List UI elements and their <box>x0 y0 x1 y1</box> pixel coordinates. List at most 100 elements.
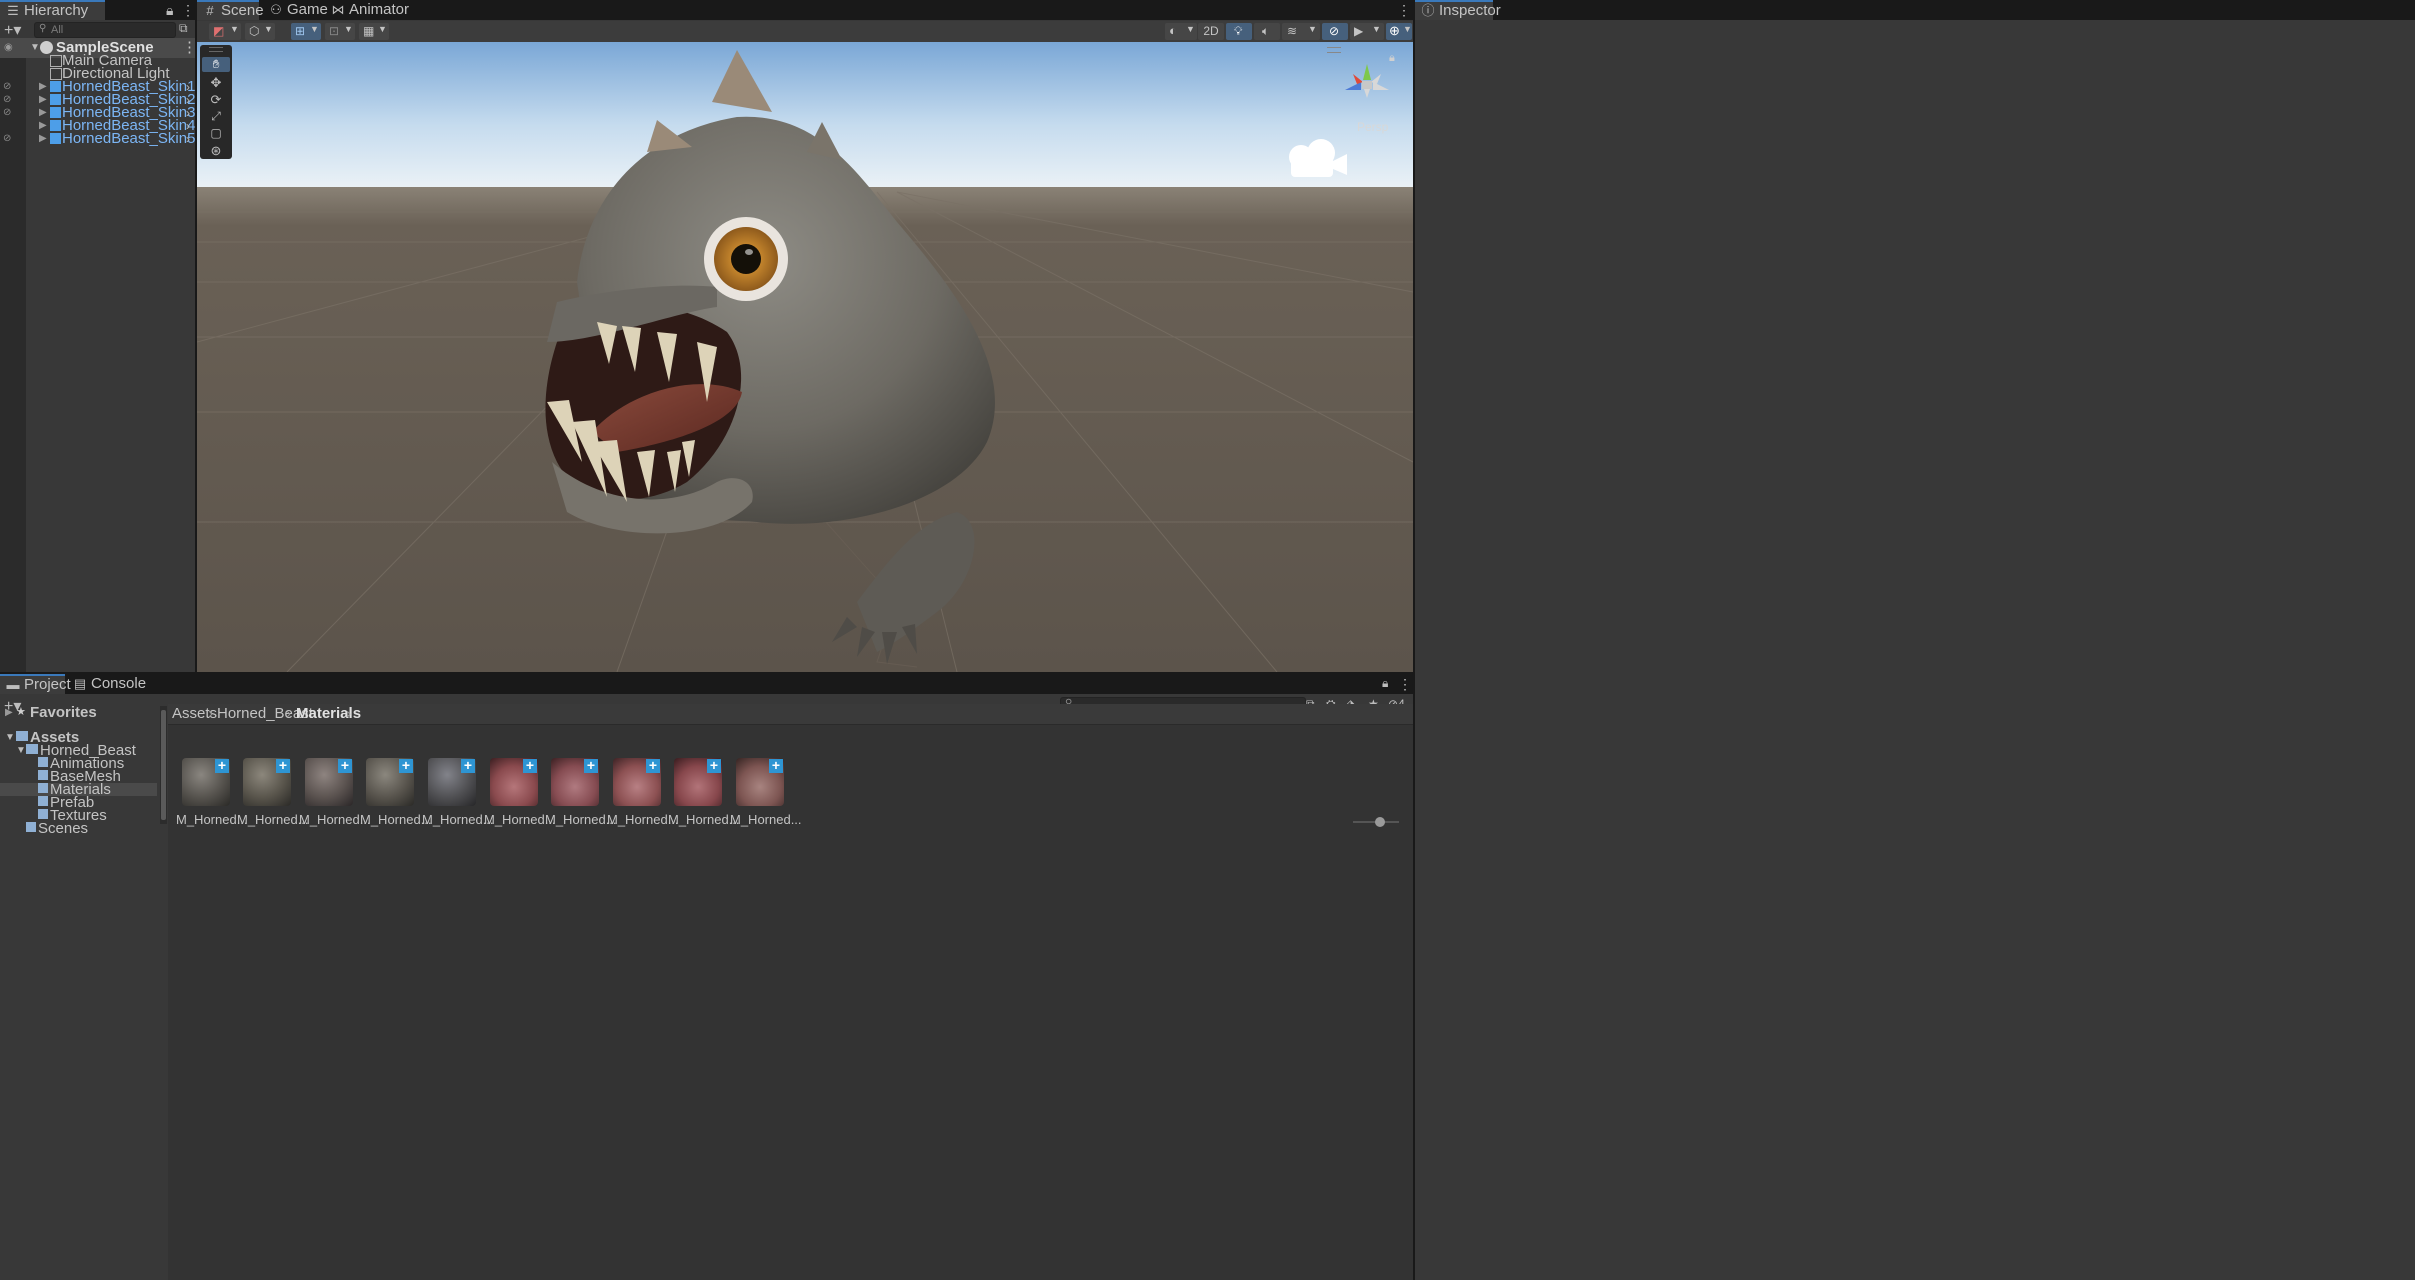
add-icon: + <box>276 758 290 773</box>
drag-handle[interactable] <box>209 47 223 52</box>
expand-arrow-icon[interactable]: ▼ <box>5 731 15 744</box>
draw-mode-dropdown[interactable]: ◩ ▼ <box>209 23 241 40</box>
axis-gizmo-icon[interactable] <box>1337 56 1397 116</box>
item-label: HornedBeast_Skin5 <box>62 130 196 147</box>
icon-size-slider[interactable] <box>1353 817 1399 827</box>
render-mode-dropdown[interactable]: ◐ ▼ <box>1165 23 1197 40</box>
material-asset[interactable]: + M_Horned... <box>730 758 802 827</box>
tab-project[interactable]: ▬ Project <box>0 674 71 694</box>
chevron-down-icon: ▼ <box>1403 24 1412 34</box>
audio-toggle[interactable]: 🔈︎ <box>1254 23 1280 40</box>
folder-tree: ▶ ★ Favorites ▼ Assets ▼ Horned_Beast An… <box>0 705 168 1280</box>
tab-inspector[interactable]: ⓘ Inspector <box>1415 0 1501 20</box>
tab-animator[interactable]: ⋈ Animator <box>325 0 415 20</box>
folder-icon <box>16 731 28 741</box>
folder-scenes[interactable]: Scenes <box>0 821 160 836</box>
tree-scrollbar-thumb[interactable] <box>161 710 166 820</box>
sphere-icon: ◐ <box>1169 23 1177 38</box>
hand-tool-button[interactable]: ✋︎ <box>202 57 230 72</box>
layers-icon: ≋ <box>1287 24 1298 38</box>
icon-size-slider-thumb[interactable] <box>1375 817 1385 827</box>
breadcrumb: Assets › Horned_Beast › Materials › <box>168 704 1413 725</box>
tab-hierarchy[interactable]: ☰ Hierarchy <box>0 0 105 20</box>
material-preview: + <box>736 758 784 806</box>
grid-snapping-toggle[interactable]: ⊞ ▼ <box>291 23 321 40</box>
gizmo-lock-icon[interactable]: 🔒︎ <box>1389 52 1395 65</box>
material-preview: + <box>613 758 661 806</box>
add-icon: + <box>584 758 598 773</box>
transform-tool-button[interactable]: ⊛ <box>202 143 230 158</box>
expand-arrow-icon[interactable]: ▼ <box>16 744 26 757</box>
hierarchy-search-field[interactable]: ⚲ All <box>34 22 176 38</box>
more-menu-icon[interactable]: ⋮ <box>1398 676 1412 693</box>
tree-scrollbar[interactable] <box>160 706 167 824</box>
chevron-down-icon: ▼ <box>344 24 353 34</box>
material-asset[interactable]: + M_Horned... <box>299 758 371 827</box>
asset-browser: Assets › Horned_Beast › Materials › + M_… <box>168 704 1413 1280</box>
material-asset[interactable]: + M_Horned... <box>607 758 679 827</box>
tab-scene[interactable]: # Scene <box>197 0 264 20</box>
rect-icon: ▢ <box>210 126 222 140</box>
scene-render[interactable] <box>197 42 1413 672</box>
breadcrumb-materials[interactable]: Materials <box>296 704 361 724</box>
open-prefab-arrow-icon[interactable]: › <box>186 129 190 149</box>
camera-gizmo-icon[interactable] <box>1287 137 1349 181</box>
material-asset[interactable]: + M_Horned... <box>422 758 494 827</box>
lock-icon[interactable]: 🔒︎ <box>1382 676 1388 691</box>
increment-snap-dropdown[interactable]: ⊡ ▼ <box>325 23 355 40</box>
create-button[interactable]: +▾ <box>4 20 21 40</box>
material-preview: + <box>366 758 414 806</box>
material-asset[interactable]: + M_Horned... <box>668 758 740 827</box>
rect-tool-button[interactable]: ▢ <box>202 126 230 141</box>
add-icon: + <box>215 758 229 773</box>
expand-arrow-icon[interactable]: ▶ <box>39 129 47 149</box>
expand-arrow-icon[interactable]: ▶ <box>5 706 13 719</box>
lock-icon[interactable]: 🔒︎ <box>166 2 173 19</box>
scene-visibility-toggle[interactable]: ⊘ <box>1322 23 1348 40</box>
grid-visibility-dropdown[interactable]: ▦ ▼ <box>359 23 389 40</box>
chevron-down-icon: ▼ <box>264 24 273 34</box>
chevron-down-icon: ▼ <box>310 24 319 34</box>
material-asset[interactable]: + M_Horned... <box>545 758 617 827</box>
scale-tool-button[interactable]: ⤢ <box>202 109 230 124</box>
hidden-eye-icon[interactable]: ⊘ <box>3 129 11 149</box>
hand-icon: ✋︎ <box>212 57 220 71</box>
hierarchy-item-hornedbeast-skin5[interactable]: ⊘ ▶ HornedBeast_Skin5 › <box>0 129 195 149</box>
material-asset[interactable]: + M_Horned... <box>360 758 432 827</box>
move-tool-button[interactable]: ✥ <box>202 75 230 90</box>
draw-mode-icon: ◩ <box>213 24 225 38</box>
lighting-toggle[interactable]: 💡︎ <box>1226 23 1252 40</box>
favorites-row[interactable]: ▶ ★ Favorites <box>0 705 160 720</box>
material-asset[interactable]: + M_Horned... <box>484 758 556 827</box>
tool-palette: ✋︎ ✥ ⟳ ⤢ ▢ ⊛ <box>200 45 232 159</box>
add-icon: + <box>769 758 783 773</box>
search-filter-icon[interactable]: ⧉ <box>179 21 188 36</box>
search-icon: ⚲ <box>39 23 47 34</box>
grid-icon: ▦ <box>363 24 375 38</box>
material-asset[interactable]: + M_Horned... <box>237 758 309 827</box>
add-icon: + <box>338 758 352 773</box>
more-menu-icon[interactable]: ⋮ <box>181 2 195 19</box>
tab-console[interactable]: ▤ Console <box>67 674 146 694</box>
projection-label[interactable]: Persp <box>1357 120 1388 134</box>
scene-more-menu-icon[interactable]: ⋮ <box>1397 2 1411 19</box>
chevron-down-icon: ▼ <box>1186 24 1195 34</box>
gizmos-dropdown[interactable]: ⊕ ▼ <box>1386 23 1412 40</box>
grid-icon: # <box>206 3 214 18</box>
lightbulb-icon: 💡︎ <box>1234 24 1243 38</box>
tab-game[interactable]: ⚇ Game <box>263 0 328 20</box>
material-preview: + <box>490 758 538 806</box>
hierarchy-panel: ☰ Hierarchy 🔒︎ ⋮ +▾ ⚲ All ⧉ ◉ ▼ SampleSce… <box>0 0 197 672</box>
overlay-menu-handle[interactable] <box>1327 47 1341 53</box>
prefab-cube-icon <box>50 133 61 144</box>
scene-viewport[interactable]: ✋︎ ✥ ⟳ ⤢ ▢ ⊛ 🔒︎ Persp <box>197 42 1413 672</box>
orientation-gizmo[interactable] <box>1337 56 1397 116</box>
scene-camera-dropdown[interactable]: ▶ ▼ <box>1350 23 1384 40</box>
rotate-tool-button[interactable]: ⟳ <box>202 92 230 107</box>
effects-dropdown[interactable]: ≋ ▼ <box>1282 23 1320 40</box>
shading-dropdown[interactable]: ⬡ ▼ <box>245 23 275 40</box>
toggle-2d-button[interactable]: 2D <box>1198 23 1224 40</box>
inspector-panel: ⓘ Inspector <box>1415 0 2415 1280</box>
add-icon: + <box>399 758 413 773</box>
material-asset[interactable]: + M_Horned... <box>176 758 248 827</box>
